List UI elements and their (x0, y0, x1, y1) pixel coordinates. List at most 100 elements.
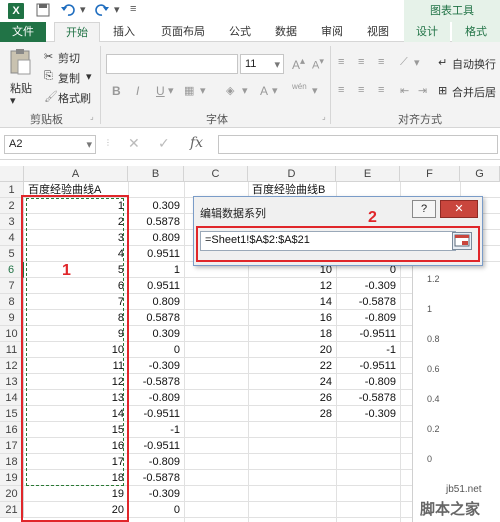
cell-b[interactable]: -0.809 (128, 454, 184, 470)
orientation-dropdown-icon[interactable]: ▾ (414, 56, 420, 69)
border-icon[interactable]: ▦ (184, 84, 194, 97)
wrap-text-icon[interactable]: ↵ (438, 56, 447, 69)
cell-e[interactable]: -0.9511 (336, 326, 400, 342)
cell-b[interactable]: -0.309 (128, 358, 184, 374)
insert-function-icon[interactable]: fx (190, 135, 203, 151)
tab-review[interactable]: 审阅 (312, 22, 352, 42)
column-header-e[interactable]: E (336, 166, 400, 182)
tab-formulas[interactable]: 公式 (220, 22, 260, 42)
cell-e[interactable]: -0.309 (336, 278, 400, 294)
formula-input[interactable] (218, 135, 498, 154)
cell-b[interactable]: -0.5878 (128, 470, 184, 486)
cell-b[interactable]: 0.9511 (128, 278, 184, 294)
help-button[interactable]: ? (412, 200, 436, 218)
cell-b[interactable]: 0.309 (128, 326, 184, 342)
font-name-select[interactable] (106, 54, 238, 74)
align-top-icon[interactable]: ≡ (338, 56, 344, 68)
tab-page-layout[interactable]: 页面布局 (150, 22, 216, 42)
align-left-icon[interactable]: ≡ (338, 84, 344, 96)
column-header-a[interactable]: A (24, 166, 128, 182)
merge-center-button[interactable]: 合并后居 (452, 84, 496, 100)
save-icon[interactable] (36, 3, 50, 19)
cut-icon[interactable]: ✂ (44, 50, 53, 63)
cut-button[interactable]: 剪切 (58, 50, 80, 66)
align-right-icon[interactable]: ≡ (378, 84, 384, 96)
decrease-indent-icon[interactable]: ⇤ (400, 84, 409, 97)
column-header-f[interactable]: F (400, 166, 460, 182)
redo-dropdown-icon[interactable]: ▾ (114, 3, 120, 19)
copy-button[interactable]: 复制 (58, 70, 80, 86)
cell-e[interactable]: -0.309 (336, 406, 400, 422)
tab-view[interactable]: 视图 (358, 22, 398, 42)
align-middle-icon[interactable]: ≡ (358, 56, 364, 68)
column-header-c[interactable]: C (184, 166, 248, 182)
cell-b[interactable]: 0 (128, 342, 184, 358)
undo-dropdown-icon[interactable]: ▾ (80, 3, 86, 19)
cell-d[interactable]: 20 (248, 342, 336, 358)
copy-icon[interactable]: ⎘ (44, 70, 53, 83)
cell-e[interactable]: -1 (336, 342, 400, 358)
tab-file[interactable]: 文件 (0, 22, 46, 42)
clipboard-launcher-icon[interactable]: ⌟ (90, 112, 94, 121)
cell-e[interactable]: -0.809 (336, 310, 400, 326)
cell-d[interactable]: 12 (248, 278, 336, 294)
cancel-formula-icon[interactable]: ✕ (128, 135, 140, 152)
underline-dropdown-icon[interactable]: ▾ (168, 84, 174, 97)
font-color-icon[interactable]: A (260, 84, 268, 98)
column-header-d[interactable]: D (248, 166, 336, 182)
cell-d[interactable]: 16 (248, 310, 336, 326)
format-painter-icon[interactable]: 🖌 (44, 90, 58, 103)
merge-center-icon[interactable]: ⊞ (438, 84, 447, 97)
customize-toolbar-icon[interactable]: ≡ (130, 3, 136, 19)
phonetic-dropdown-icon[interactable]: ▾ (312, 84, 318, 97)
font-launcher-icon[interactable]: ⌟ (322, 112, 326, 121)
italic-button[interactable]: I (136, 84, 139, 98)
increase-indent-icon[interactable]: ⇥ (418, 84, 427, 97)
paste-icon[interactable] (8, 48, 32, 79)
cell-b[interactable]: 0.9511 (128, 246, 184, 262)
tab-data[interactable]: 数据 (266, 22, 306, 42)
cell-b[interactable]: -0.9511 (128, 406, 184, 422)
select-all-corner[interactable] (0, 166, 24, 182)
cell-e[interactable]: -0.9511 (336, 358, 400, 374)
cell-b[interactable]: -0.9511 (128, 438, 184, 454)
phonetic-icon[interactable]: wén (292, 82, 307, 91)
underline-button[interactable]: U (156, 84, 165, 98)
increase-font-icon[interactable]: A▴ (292, 56, 305, 72)
fill-color-icon[interactable]: ◈ (226, 84, 234, 97)
tab-format[interactable]: 格式 (452, 22, 500, 42)
cell-b[interactable]: 0.309 (128, 198, 184, 214)
cell-d[interactable]: 14 (248, 294, 336, 310)
tab-home[interactable]: 开始 (54, 22, 100, 43)
tab-insert[interactable]: 插入 (104, 22, 144, 42)
cell-e[interactable]: -0.5878 (336, 390, 400, 406)
name-box[interactable]: A2 ▾ (4, 135, 96, 154)
wrap-text-button[interactable]: 自动换行 (452, 56, 496, 72)
cell-d[interactable]: 26 (248, 390, 336, 406)
format-painter-button[interactable]: 格式刷 (58, 90, 91, 106)
cell-b[interactable]: 0.809 (128, 230, 184, 246)
decrease-font-icon[interactable]: A▾ (312, 56, 324, 72)
align-bottom-icon[interactable]: ≡ (378, 56, 384, 68)
column-header-b[interactable]: B (128, 166, 184, 182)
cell-d[interactable]: 24 (248, 374, 336, 390)
cell-d[interactable]: 28 (248, 406, 336, 422)
bold-button[interactable]: B (112, 84, 121, 98)
font-size-select[interactable]: 11 ▾ (240, 54, 284, 74)
cell-b[interactable]: 0 (128, 502, 184, 518)
cell-b[interactable]: 1 (128, 262, 184, 278)
chart-area[interactable]: 1.2 1 0.8 0.6 0.4 0.2 0 (412, 262, 500, 522)
orientation-icon[interactable]: ⟋ (400, 56, 408, 69)
undo-icon[interactable] (60, 3, 76, 19)
cell-d[interactable]: 18 (248, 326, 336, 342)
cell-d[interactable]: 22 (248, 358, 336, 374)
cell-b[interactable]: 0.5878 (128, 214, 184, 230)
fill-color-dropdown-icon[interactable]: ▾ (242, 84, 248, 97)
align-center-icon[interactable]: ≡ (358, 84, 364, 96)
paste-dropdown-icon[interactable]: ▾ (10, 94, 16, 107)
copy-dropdown-icon[interactable]: ▾ (86, 70, 92, 83)
cell-b[interactable]: -0.809 (128, 390, 184, 406)
tab-design[interactable]: 设计 (404, 22, 450, 42)
cell-b[interactable]: 0.5878 (128, 310, 184, 326)
redo-icon[interactable] (94, 3, 110, 19)
